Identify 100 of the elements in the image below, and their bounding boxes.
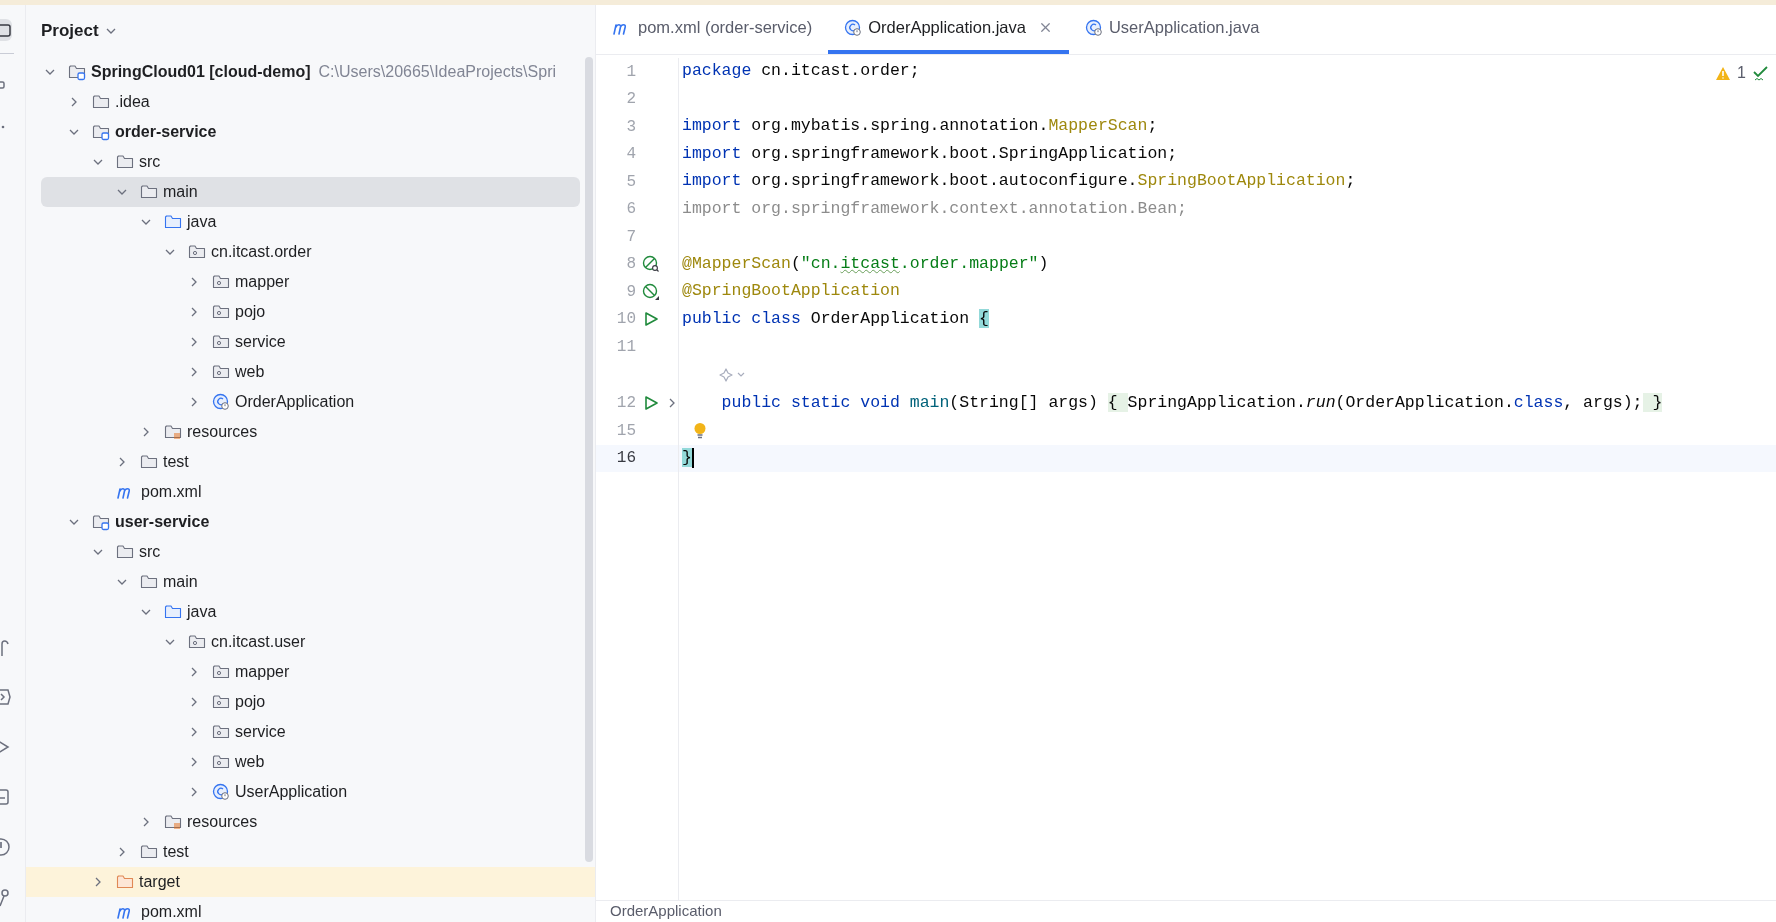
tree-item-label: src — [139, 542, 161, 562]
line-number: 7 — [625, 226, 636, 248]
folder-icon — [164, 213, 182, 231]
line-number: 16 — [615, 448, 636, 470]
code-text: import org.springframework.boot.SpringApplication; — [682, 142, 1178, 165]
tree-item[interactable]: cn.itcast.user — [41, 627, 580, 657]
run-icon[interactable] — [643, 311, 659, 328]
folder-icon — [140, 573, 158, 591]
run-icon[interactable] — [643, 395, 659, 412]
tree-item-label: resources — [187, 422, 258, 442]
tree-item[interactable]: service — [41, 327, 580, 357]
breadcrumb-item[interactable]: OrderApplication — [610, 901, 722, 921]
package-icon — [188, 243, 206, 261]
line-number: 9 — [625, 281, 636, 303]
tree-item[interactable]: src — [41, 537, 580, 567]
spring-class-icon — [212, 393, 230, 411]
tree-item-label: pojo — [235, 302, 266, 322]
tree-item[interactable]: UserApplication — [41, 777, 580, 807]
tree-item[interactable]: pom.xml — [41, 477, 580, 507]
folder-icon — [140, 843, 158, 861]
scrollbar[interactable] — [585, 57, 593, 862]
code-text: public class OrderApplication { — [682, 307, 989, 330]
line-number: 15 — [615, 420, 636, 442]
warning-count[interactable]: 1 — [1737, 61, 1746, 85]
tree-item[interactable]: web — [41, 357, 580, 387]
line-number: 3 — [625, 116, 636, 138]
tree-item[interactable]: src — [41, 147, 580, 177]
folder-icon — [164, 603, 182, 621]
tree-item-label: test — [163, 452, 189, 472]
tree-item-label: UserApplication — [235, 782, 348, 802]
tree-item-label: cn.itcast.order — [211, 242, 312, 262]
package-icon — [212, 333, 230, 351]
tree-item[interactable]: SpringCloud01 [cloud-demo] C:\Users\20665\IdeaProjects\Spri — [41, 57, 580, 87]
tree-item[interactable]: test — [41, 837, 580, 867]
editor-tab[interactable]: pom.xml (order-service) — [596, 5, 829, 54]
tree-item[interactable]: pojo — [41, 687, 580, 717]
code-text: } — [682, 446, 692, 469]
tree-item-label: mapper — [235, 662, 290, 682]
editor-tab[interactable]: UserApplication.java — [1068, 5, 1276, 54]
tree-item-label: main — [163, 572, 198, 592]
code-text: public static void main(String[] args) { SpringApplication.run(OrderApplication.class, args); } — [720, 391, 1663, 414]
tree-item[interactable]: java — [41, 597, 580, 627]
package-icon — [212, 663, 230, 681]
tree-item[interactable]: cn.itcast.order — [41, 237, 580, 267]
project-path: C:\Users\20665\IdeaProjects\Spri — [318, 62, 556, 82]
tree-item-label: web — [235, 752, 265, 772]
tree-item-label: test — [163, 842, 189, 862]
code-text: package cn.itcast.order; — [682, 60, 920, 83]
tree-item[interactable]: .idea — [41, 87, 580, 117]
line-number: 4 — [625, 144, 636, 166]
module-folder-icon — [92, 513, 110, 531]
tree-item[interactable]: mapper — [41, 657, 580, 687]
tree-item[interactable]: order-service — [41, 117, 580, 147]
tree-item-label: OrderApplication — [235, 392, 355, 412]
lightbulb-icon[interactable] — [693, 421, 707, 440]
text-caret — [691, 448, 694, 469]
module-folder-icon — [68, 63, 86, 81]
spring-class-icon — [212, 783, 230, 801]
tree-item-label: cn.itcast.user — [211, 632, 306, 652]
tree-item[interactable]: service — [41, 717, 580, 747]
tree-item[interactable]: main — [41, 567, 580, 597]
tree-item[interactable]: main — [41, 177, 580, 207]
tree-item[interactable]: java — [41, 207, 580, 237]
bean-icon[interactable] — [642, 282, 660, 301]
tree-item-label: pojo — [235, 692, 266, 712]
resources-folder-icon — [164, 813, 182, 831]
tree-item-label: src — [139, 152, 161, 172]
tree-item[interactable]: mapper — [41, 267, 580, 297]
editor-tab[interactable]: OrderApplication.java — [828, 5, 1069, 54]
tree-item[interactable]: user-service — [41, 507, 580, 537]
package-icon — [212, 723, 230, 741]
tree-item-label: order-service — [115, 122, 217, 142]
tree-item[interactable]: pojo — [41, 297, 580, 327]
spring-class-icon — [1084, 18, 1103, 37]
spring-class-icon — [844, 18, 863, 37]
tree-item-label: resources — [187, 812, 258, 832]
tree-item[interactable]: test — [41, 447, 580, 477]
check-icon[interactable] — [1752, 64, 1770, 82]
tree-item[interactable]: OrderApplication — [41, 387, 580, 417]
line-number: 2 — [625, 89, 636, 111]
tree-item-label: web — [235, 362, 265, 382]
package-icon — [212, 693, 230, 711]
tree-item-label: java — [187, 212, 217, 232]
tree-item-label: user-service — [115, 512, 210, 532]
line-number: 8 — [625, 254, 636, 276]
folder-icon — [140, 453, 158, 471]
line-number: 10 — [615, 309, 636, 331]
line-number: 6 — [625, 199, 636, 221]
panel-title[interactable]: Project — [41, 18, 99, 44]
tree-item[interactable]: resources — [41, 807, 580, 837]
code-text: import org.springframework.context.annotation.Bean; — [682, 197, 1187, 220]
tree-item[interactable]: pom.xml — [41, 897, 580, 922]
tree-item[interactable]: web — [41, 747, 580, 777]
tree-item[interactable]: resources — [41, 417, 580, 447]
package-icon — [188, 633, 206, 651]
bean-search-icon[interactable] — [642, 255, 660, 274]
tree-item-label: main — [163, 182, 198, 202]
code-text: @SpringBootApplication — [682, 280, 900, 303]
tree-item-label: target — [139, 872, 180, 892]
tree-item[interactable]: target — [26, 867, 595, 897]
